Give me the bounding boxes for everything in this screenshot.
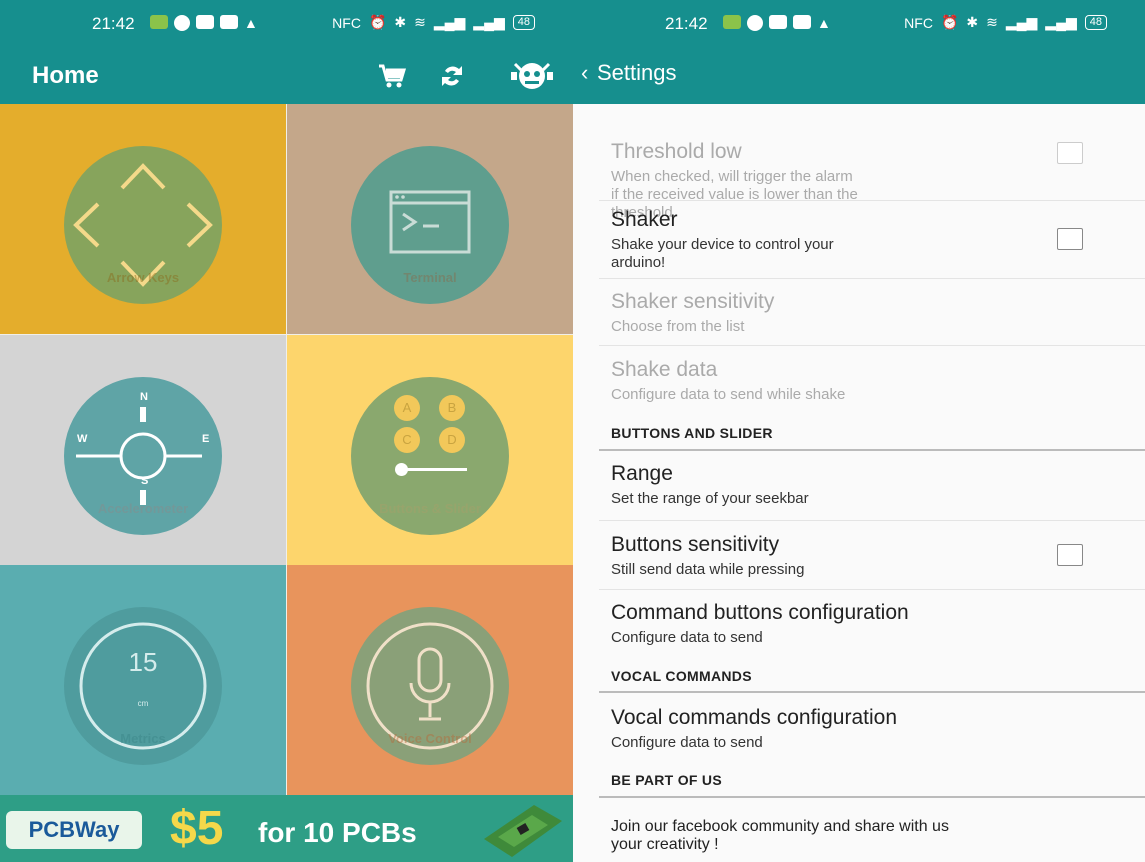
pref-summary: Choose from the list (611, 318, 745, 335)
refresh-icon[interactable] (432, 56, 472, 96)
tile-label: Accelerometer (97, 501, 189, 516)
tile-label: Voice Control (388, 731, 472, 746)
section-divider (599, 796, 1145, 798)
slider-thumb (395, 463, 408, 476)
pref-summary: Configure data to send (611, 734, 763, 751)
section-header-buttons: BUTTONS AND SLIDER (611, 425, 773, 441)
divider (599, 520, 1145, 521)
notification-icons: ▲ (150, 15, 258, 31)
compass-e: E (202, 433, 210, 445)
status-time: 21:42 (665, 14, 708, 33)
tile-arrow-keys[interactable]: Arrow Keys (0, 104, 286, 334)
pref-summary: Still send data while pressing (611, 561, 805, 578)
slider-track (399, 468, 467, 471)
page-title: Home (32, 62, 99, 89)
pref-facebook-community[interactable]: Join our facebook community and share wi… (611, 814, 1121, 854)
home-screen: 21:42 ▲ NFC ⏰ ✱ ≋ ▂▄▆ ▂▄▆ 48 Home Arrow Keys (0, 0, 573, 862)
pref-title: Vocal commands configuration (611, 706, 897, 729)
battery-icon: 48 (1084, 15, 1107, 30)
pref-summary: Configure data to send while shake (611, 386, 846, 403)
battery-icon: 48 (512, 15, 535, 30)
pref-title: Buttons sensitivity (611, 533, 780, 556)
compass-s: S (141, 475, 149, 487)
pref-title: Command buttons configuration (611, 601, 909, 624)
page-title: Settings (597, 60, 677, 85)
shaker-checkbox[interactable] (1057, 228, 1083, 250)
pref-shake-data[interactable]: Shake data Configure data to send while … (611, 358, 1121, 404)
status-time: 21:42 (92, 14, 135, 33)
button-b: B (439, 395, 465, 421)
compass-w: W (77, 433, 88, 445)
metric-value: 15 (128, 647, 158, 677)
button-d: D (439, 427, 465, 453)
pref-title: Threshold low (611, 140, 742, 163)
section-header-vocal: VOCAL COMMANDS (611, 668, 752, 684)
tile-voice-control[interactable]: Voice Control (287, 565, 573, 795)
ad-banner[interactable]: PCBWay $5 for 10 PCBs (0, 795, 573, 862)
tile-label: Arrow Keys (106, 270, 180, 285)
section-header-be-part: BE PART OF US (611, 772, 722, 788)
pref-title: Shake data (611, 358, 718, 381)
system-icons: NFC ⏰ ✱ ≋ ▂▄▆ ▂▄▆ 48 (332, 14, 535, 31)
ad-brand: PCBWay (6, 811, 142, 849)
divider (599, 200, 1145, 201)
pref-title: Shaker (611, 208, 678, 231)
threshold-low-checkbox[interactable] (1057, 142, 1083, 164)
tile-terminal[interactable]: Terminal (287, 104, 573, 334)
settings-screen: 21:42 ▲ NFC ⏰ ✱ ≋ ▂▄▆ ▂▄▆ 48 ‹ Settings Thres… (573, 0, 1145, 862)
button-a: A (394, 395, 420, 421)
pref-summary: Configure data to send (611, 629, 763, 646)
pref-title: Shaker sensitivity (611, 290, 775, 313)
pref-summary: Shake your device to control your arduin… (611, 236, 834, 271)
divider (599, 278, 1145, 279)
section-divider (599, 691, 1145, 693)
tile-buttons-slider[interactable]: A B C D Buttons & Slider (287, 335, 573, 565)
pref-title: Range (611, 462, 673, 485)
tile-label: Terminal (403, 270, 457, 285)
section-divider (599, 449, 1145, 451)
system-icons: NFC ⏰ ✱ ≋ ▂▄▆ ▂▄▆ 48 (904, 14, 1107, 31)
pref-shaker[interactable]: Shaker Shake your device to control your… (611, 208, 1121, 272)
notification-icons: ▲ (723, 15, 831, 31)
button-c: C (394, 427, 420, 453)
tile-accelerometer[interactable]: N S E W Accelerometer (0, 335, 286, 565)
pref-command-buttons-configuration[interactable]: Command buttons configuration Configure … (611, 601, 1121, 647)
tile-label: Buttons & Slider (379, 501, 481, 516)
robot-settings-icon[interactable] (506, 56, 558, 96)
pref-buttons-sensitivity[interactable]: Buttons sensitivity Still send data whil… (611, 533, 1121, 579)
metric-unit: cm (137, 699, 149, 708)
buttons-sensitivity-checkbox[interactable] (1057, 544, 1083, 566)
pref-vocal-commands-configuration[interactable]: Vocal commands configuration Configure d… (611, 706, 1121, 752)
status-bar: 21:42 ▲ NFC ⏰ ✱ ≋ ▂▄▆ ▂▄▆ 48 (0, 0, 573, 48)
back-chevron-icon[interactable]: ‹ (581, 60, 588, 86)
cart-icon[interactable] (372, 56, 412, 96)
divider (599, 345, 1145, 346)
pref-shaker-sensitivity[interactable]: Shaker sensitivity Choose from the list (611, 290, 1121, 336)
pcb-board-icon (484, 805, 562, 857)
ad-text: for 10 PCBs (258, 817, 417, 848)
tile-metrics[interactable]: 15 cm Metrics (0, 565, 286, 795)
pref-range[interactable]: Range Set the range of your seekbar (611, 462, 1121, 508)
tile-label: Metrics (120, 731, 166, 746)
status-bar: 21:42 ▲ NFC ⏰ ✱ ≋ ▂▄▆ ▂▄▆ 48 (573, 0, 1145, 48)
ad-price: $5 (170, 802, 224, 855)
compass-n: N (140, 391, 148, 403)
divider (599, 589, 1145, 590)
pref-summary: Set the range of your seekbar (611, 490, 809, 507)
pref-summary: Join our facebook community and share wi… (611, 818, 949, 853)
